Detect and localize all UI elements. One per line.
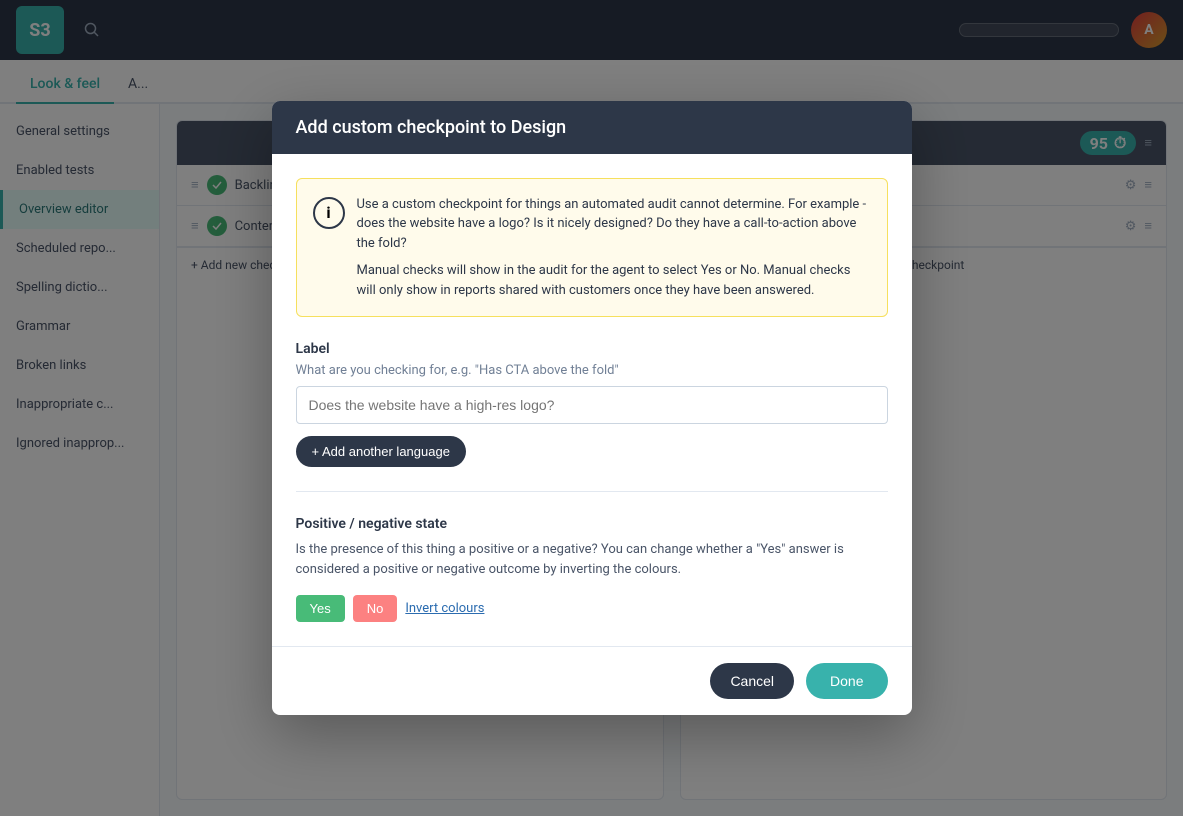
info-box: i Use a custom checkpoint for things an … bbox=[296, 178, 888, 318]
label-sublabel: What are you checking for, e.g. "Has CTA… bbox=[296, 363, 888, 378]
add-language-button[interactable]: + Add another language bbox=[296, 436, 466, 467]
label-input[interactable] bbox=[296, 386, 888, 424]
invert-colours-link[interactable]: Invert colours bbox=[405, 601, 484, 616]
info-line-1: Use a custom checkpoint for things an au… bbox=[357, 195, 871, 254]
info-text: Use a custom checkpoint for things an au… bbox=[357, 195, 871, 301]
cancel-button[interactable]: Cancel bbox=[710, 663, 794, 699]
positive-section: Positive / negative state Is the presenc… bbox=[296, 516, 888, 622]
add-language-label: + Add another language bbox=[312, 444, 450, 459]
section-divider bbox=[296, 491, 888, 492]
yes-button[interactable]: Yes bbox=[296, 595, 345, 622]
positive-title: Positive / negative state bbox=[296, 516, 888, 532]
label-title: Label bbox=[296, 341, 888, 357]
done-button[interactable]: Done bbox=[806, 663, 887, 699]
modal-header: Add custom checkpoint to Design bbox=[272, 101, 912, 154]
modal-body: i Use a custom checkpoint for things an … bbox=[272, 154, 912, 647]
modal-overlay: Add custom checkpoint to Design i Use a … bbox=[0, 0, 1183, 816]
no-button[interactable]: No bbox=[353, 595, 398, 622]
modal: Add custom checkpoint to Design i Use a … bbox=[272, 101, 912, 716]
yes-no-row: Yes No Invert colours bbox=[296, 595, 888, 622]
modal-title: Add custom checkpoint to Design bbox=[296, 117, 567, 138]
modal-footer: Cancel Done bbox=[272, 646, 912, 715]
positive-desc: Is the presence of this thing a positive… bbox=[296, 540, 888, 579]
info-icon: i bbox=[313, 197, 345, 229]
label-section: Label What are you checking for, e.g. "H… bbox=[296, 341, 888, 467]
info-line-2: Manual checks will show in the audit for… bbox=[357, 261, 871, 300]
